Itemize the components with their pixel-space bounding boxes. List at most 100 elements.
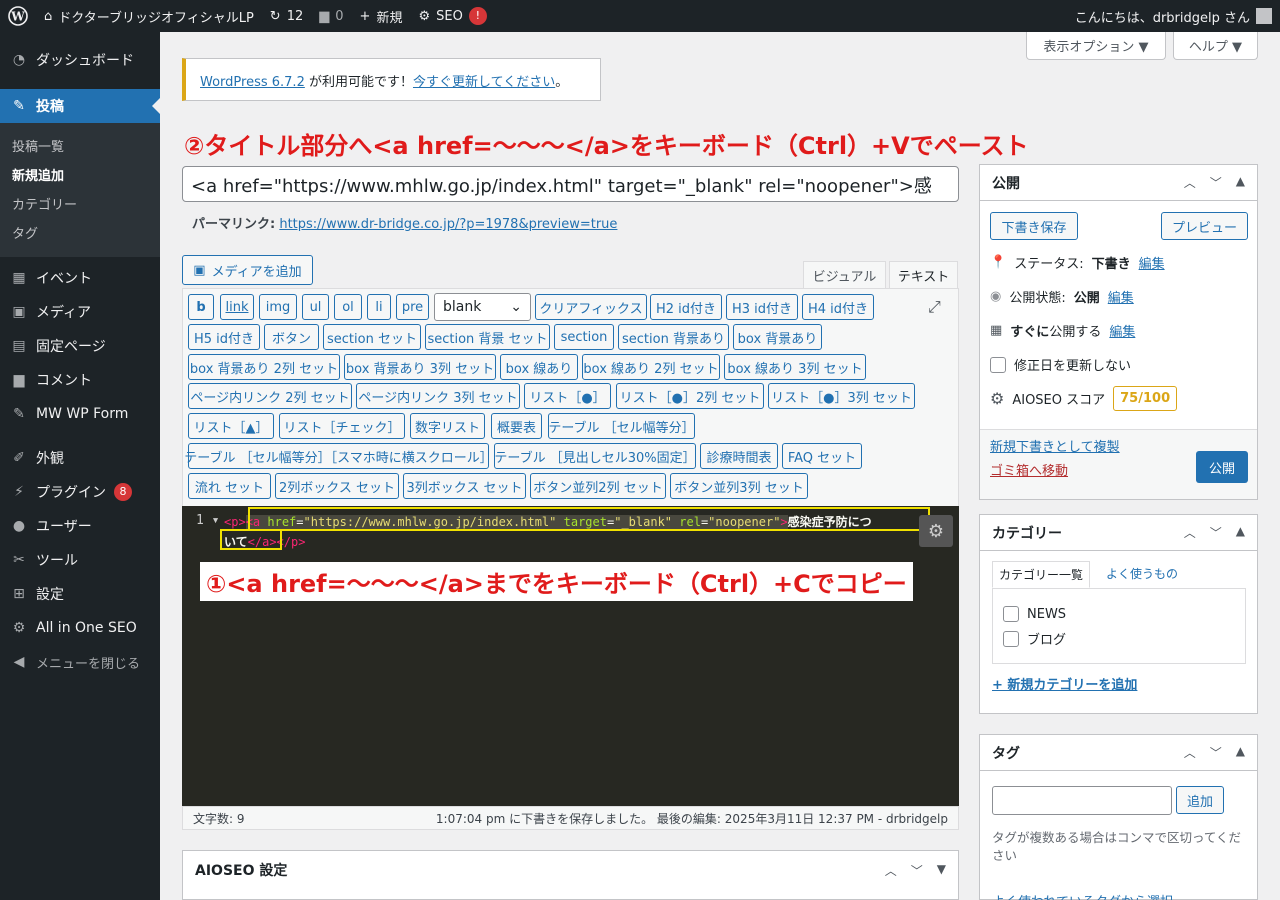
sidebar-item-aioseo[interactable]: ⚙ All in One SEO (0, 611, 160, 645)
add-category-link[interactable]: + 新規カテゴリーを追加 (992, 674, 1137, 693)
target-select[interactable]: blank ⌄ (434, 293, 531, 321)
comments-link[interactable]: ▆ 0 (311, 0, 351, 32)
edit-schedule-link[interactable]: 編集 (1109, 321, 1135, 340)
preview-button[interactable]: プレビュー (1161, 212, 1248, 240)
site-name-link[interactable]: ⌂ ドクターブリッジオフィシャルLP (36, 0, 262, 32)
move-down-icon[interactable]: ﹀ (1210, 744, 1222, 761)
move-down-icon[interactable]: ﹀ (1210, 174, 1222, 191)
fullscreen-icon[interactable]: ⤢ (928, 297, 941, 317)
sidebar-item-pages[interactable]: ▤ 固定ページ (0, 329, 160, 363)
editor-settings-gear-icon[interactable]: ⚙ (919, 515, 953, 547)
tab-popular-categories[interactable]: よく使うもの (1106, 565, 1178, 582)
update-date-checkbox[interactable] (990, 356, 1006, 373)
quicktag-button[interactable]: box 線あり 3列 セット (724, 354, 866, 380)
tab-visual[interactable]: ビジュアル (803, 261, 886, 289)
help-button[interactable]: ヘルプ ▼ (1173, 32, 1258, 60)
quicktag-button[interactable]: リスト［チェック］ (279, 413, 405, 439)
quicktag-button[interactable]: クリアフィックス (535, 294, 647, 320)
sidebar-item-posts[interactable]: ✎ 投稿 (0, 89, 160, 123)
wordpress-version-link[interactable]: WordPress 6.7.2 (200, 75, 305, 90)
quicktag-button[interactable]: 概要表 (491, 413, 542, 439)
quicktag-button[interactable]: box 背景あり (733, 324, 822, 350)
quicktag-button[interactable]: ボタン (264, 324, 319, 350)
collapse-menu-button[interactable]: ◀ メニューを閉じる (0, 645, 160, 679)
toggle-icon[interactable]: ▲ (1236, 744, 1245, 761)
sidebar-item-mw-wp-form[interactable]: ✎ MW WP Form (0, 397, 160, 431)
quicktag-button[interactable]: ページ内リンク 3列 セット (356, 383, 520, 409)
submenu-all-posts[interactable]: 投稿一覧 (0, 131, 160, 160)
quicktag-button[interactable]: ボタン並列2列 セット (530, 473, 666, 499)
toggle-icon[interactable]: ▲ (1236, 524, 1245, 541)
quicktag-button[interactable]: H4 id付き (802, 294, 874, 320)
submenu-tags[interactable]: タグ (0, 218, 160, 247)
quicktag-button[interactable]: 数字リスト (410, 413, 485, 439)
move-up-icon[interactable]: ︿ (1184, 524, 1196, 541)
sidebar-item-comments[interactable]: ▆ コメント (0, 363, 160, 397)
update-now-link[interactable]: 今すぐ更新してください (413, 75, 555, 90)
quicktag-button[interactable]: テーブル ［見出しセル30%固定］ (494, 443, 696, 469)
wordpress-logo-icon[interactable]: W (0, 0, 36, 32)
move-down-icon[interactable]: ﹀ (1210, 524, 1222, 541)
quicktag-button[interactable]: ページ内リンク 2列 セット (188, 383, 352, 409)
add-tag-button[interactable]: 追加 (1176, 786, 1224, 814)
duplicate-draft-link[interactable]: 新規下書きとして複製 (990, 436, 1120, 455)
quicktag-button[interactable]: box 背景あり 2列 セット (188, 354, 340, 380)
quicktag-button[interactable]: ul (302, 294, 329, 320)
quicktag-button[interactable]: section セット (323, 324, 421, 350)
sidebar-item-tools[interactable]: ✂ ツール (0, 543, 160, 577)
tab-all-categories[interactable]: カテゴリー一覧 (992, 561, 1091, 588)
quicktag-button[interactable]: 流れ セット (188, 473, 271, 499)
move-down-icon[interactable]: ﹀ (911, 862, 923, 879)
tab-text[interactable]: テキスト (889, 261, 958, 289)
move-up-icon[interactable]: ︿ (1184, 744, 1196, 761)
quicktag-button[interactable]: 診療時間表 (700, 443, 778, 469)
screen-options-button[interactable]: 表示オプション ▼ (1026, 32, 1166, 60)
quicktag-button[interactable]: H5 id付き (188, 324, 260, 350)
quicktag-button[interactable]: section 背景 セット (425, 324, 550, 350)
account-menu[interactable]: こんにちは、drbridgelp さん (1067, 0, 1280, 32)
sidebar-item-media[interactable]: ▣ メディア (0, 295, 160, 329)
quicktag-button[interactable]: テーブル ［セル幅等分］ (548, 413, 695, 439)
quicktag-button[interactable]: img (259, 294, 297, 320)
quicktag-button[interactable]: リスト［●］2列 セット (616, 383, 764, 409)
quicktag-button[interactable]: 3列ボックス セット (403, 473, 526, 499)
toggle-icon[interactable]: ▼ (937, 862, 946, 879)
quicktag-button[interactable]: pre (396, 294, 429, 320)
seo-menu[interactable]: ⚙ SEO! (410, 0, 494, 32)
submenu-categories[interactable]: カテゴリー (0, 189, 160, 218)
quicktag-button[interactable]: H3 id付き (726, 294, 798, 320)
submenu-add-new[interactable]: 新規追加 (0, 160, 160, 189)
edit-visibility-link[interactable]: 編集 (1108, 287, 1134, 306)
quicktag-button[interactable]: ol (334, 294, 362, 320)
move-up-icon[interactable]: ︿ (1184, 174, 1196, 191)
quicktag-button[interactable]: リスト［▲］ (188, 413, 274, 439)
toggle-icon[interactable]: ▲ (1236, 174, 1245, 191)
code-editor[interactable]: 1 ▾ <p><a href="https://www.mhlw.go.jp/i… (182, 506, 959, 806)
quicktag-button[interactable]: box 線あり (500, 354, 578, 380)
move-to-trash-link[interactable]: ゴミ箱へ移動 (990, 460, 1068, 479)
quicktag-button[interactable]: ボタン並列3列 セット (670, 473, 808, 499)
tag-input[interactable] (992, 786, 1172, 815)
quicktag-button[interactable]: section 背景あり (618, 324, 729, 350)
edit-status-link[interactable]: 編集 (1139, 253, 1165, 272)
sidebar-item-dashboard[interactable]: ◔ ダッシュボード (0, 43, 160, 77)
sidebar-item-users[interactable]: ● ユーザー (0, 509, 160, 543)
quicktag-button[interactable]: b (188, 294, 214, 320)
sidebar-item-settings[interactable]: ⊞ 設定 (0, 577, 160, 611)
sidebar-item-events[interactable]: ▦ イベント (0, 261, 160, 295)
quicktag-button[interactable]: テーブル ［セル幅等分］［スマホ時に横スクロール］ (184, 443, 493, 469)
category-checkbox[interactable] (1003, 606, 1019, 622)
sidebar-item-plugins[interactable]: ⚡ プラグイン 8 (0, 475, 160, 509)
quicktag-button[interactable]: li (367, 294, 391, 320)
category-checkbox[interactable] (1003, 630, 1019, 647)
permalink-url[interactable]: https://www.dr-bridge.co.jp/?p=1978&prev… (279, 217, 617, 232)
quicktag-button[interactable]: リスト［●］3列 セット (768, 383, 915, 409)
quicktag-button[interactable]: FAQ セット (782, 443, 862, 469)
new-content-link[interactable]: + 新規 (352, 0, 411, 32)
quicktag-button[interactable]: section (554, 324, 614, 350)
aioseo-score-badge[interactable]: 75/100 (1113, 386, 1178, 411)
sidebar-item-appearance[interactable]: ✐ 外観 (0, 441, 160, 475)
quicktag-button[interactable]: box 線あり 2列 セット (582, 354, 720, 380)
updates-link[interactable]: ↻ 12 (262, 0, 311, 32)
publish-button[interactable]: 公開 (1196, 451, 1248, 483)
